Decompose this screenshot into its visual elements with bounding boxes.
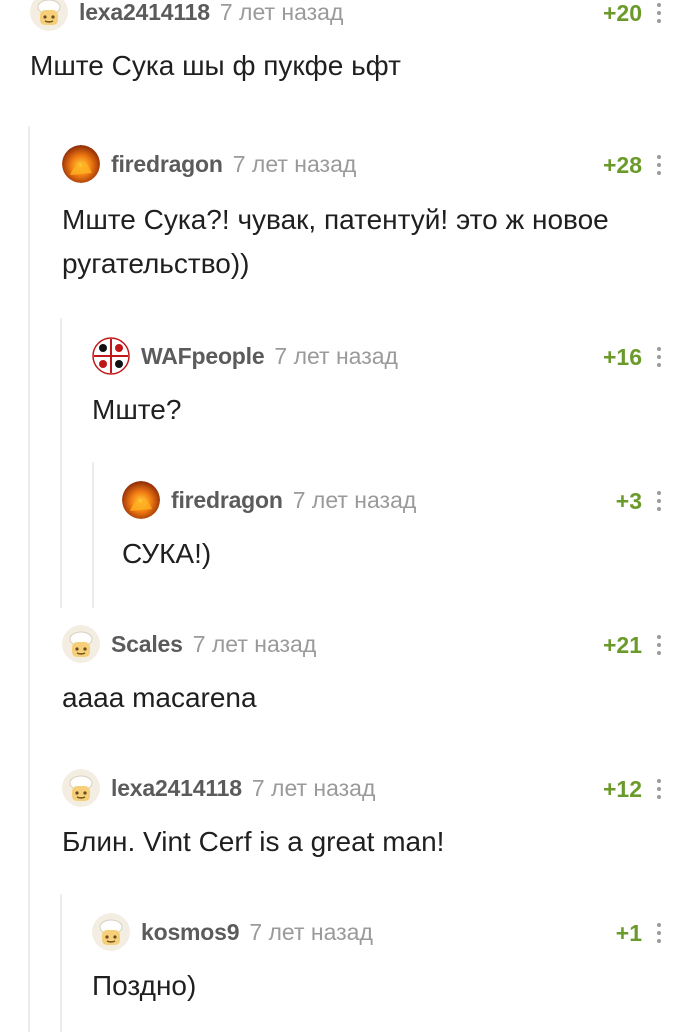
comment-header: firedragon 7 лет назад bbox=[122, 480, 416, 520]
comment-text: СУКА!) bbox=[122, 538, 212, 569]
comment-text: Мште? bbox=[92, 394, 182, 425]
comment-rating: +3 bbox=[615, 488, 642, 514]
thread-line bbox=[28, 126, 30, 1032]
comment-header: firedragon 7 лет назад bbox=[62, 144, 356, 184]
timestamp[interactable]: 7 лет назад bbox=[233, 151, 357, 178]
username[interactable]: firedragon bbox=[171, 487, 283, 514]
comment-header: lexa2414118 7 лет назад bbox=[30, 0, 343, 32]
chef-avatar[interactable] bbox=[92, 913, 130, 951]
chef-avatar[interactable] bbox=[62, 769, 100, 807]
more-options-icon[interactable] bbox=[656, 777, 662, 801]
chef-avatar[interactable] bbox=[62, 625, 100, 663]
comment-header: kosmos9 7 лет назад bbox=[92, 912, 373, 952]
username[interactable]: kosmos9 bbox=[141, 919, 240, 946]
comment-rating: +20 bbox=[602, 0, 642, 26]
comment-header: lexa2414118 7 лет назад bbox=[62, 768, 375, 808]
username[interactable]: lexa2414118 bbox=[111, 775, 242, 802]
timestamp[interactable]: 7 лет назад bbox=[249, 919, 373, 946]
comment-header: WAFpeople 7 лет назад bbox=[92, 336, 398, 376]
comment-rating: +1 bbox=[615, 920, 642, 946]
more-options-icon[interactable] bbox=[656, 921, 662, 945]
fire-avatar[interactable] bbox=[122, 481, 160, 519]
comment-rating: +21 bbox=[602, 632, 642, 658]
timestamp[interactable]: 7 лет назад bbox=[274, 343, 398, 370]
comment-text: Мште Сука?! чувак, патентуй! это ж новое… bbox=[62, 204, 609, 279]
more-options-icon[interactable] bbox=[656, 633, 662, 657]
chef-avatar[interactable] bbox=[30, 0, 68, 31]
more-options-icon[interactable] bbox=[656, 1, 662, 25]
timestamp[interactable]: 7 лет назад bbox=[220, 0, 344, 26]
comment-text: Мште Сука шы ф пукфе ьфт bbox=[30, 50, 401, 81]
username[interactable]: Scales bbox=[111, 631, 183, 658]
username[interactable]: lexa2414118 bbox=[79, 0, 210, 26]
fire-avatar[interactable] bbox=[62, 145, 100, 183]
waf-logo-avatar[interactable] bbox=[92, 337, 130, 375]
thread-line bbox=[60, 894, 62, 1032]
username[interactable]: firedragon bbox=[111, 151, 223, 178]
more-options-icon[interactable] bbox=[656, 153, 662, 177]
comment-rating: +16 bbox=[602, 344, 642, 370]
comment-header: Scales 7 лет назад bbox=[62, 624, 316, 664]
username[interactable]: WAFpeople bbox=[141, 343, 265, 370]
comment-text: Блин. Vint Cerf is a great man! bbox=[62, 826, 445, 857]
timestamp[interactable]: 7 лет назад bbox=[193, 631, 317, 658]
more-options-icon[interactable] bbox=[656, 489, 662, 513]
comment-rating: +28 bbox=[602, 152, 642, 178]
comment-text: Поздно) bbox=[92, 970, 197, 1001]
timestamp[interactable]: 7 лет назад bbox=[252, 775, 376, 802]
comment-rating: +12 bbox=[602, 776, 642, 802]
more-options-icon[interactable] bbox=[656, 345, 662, 369]
thread-line bbox=[60, 318, 62, 608]
timestamp[interactable]: 7 лет назад bbox=[293, 487, 417, 514]
comment-text: аааа macarena bbox=[62, 682, 257, 713]
thread-line bbox=[92, 462, 94, 608]
